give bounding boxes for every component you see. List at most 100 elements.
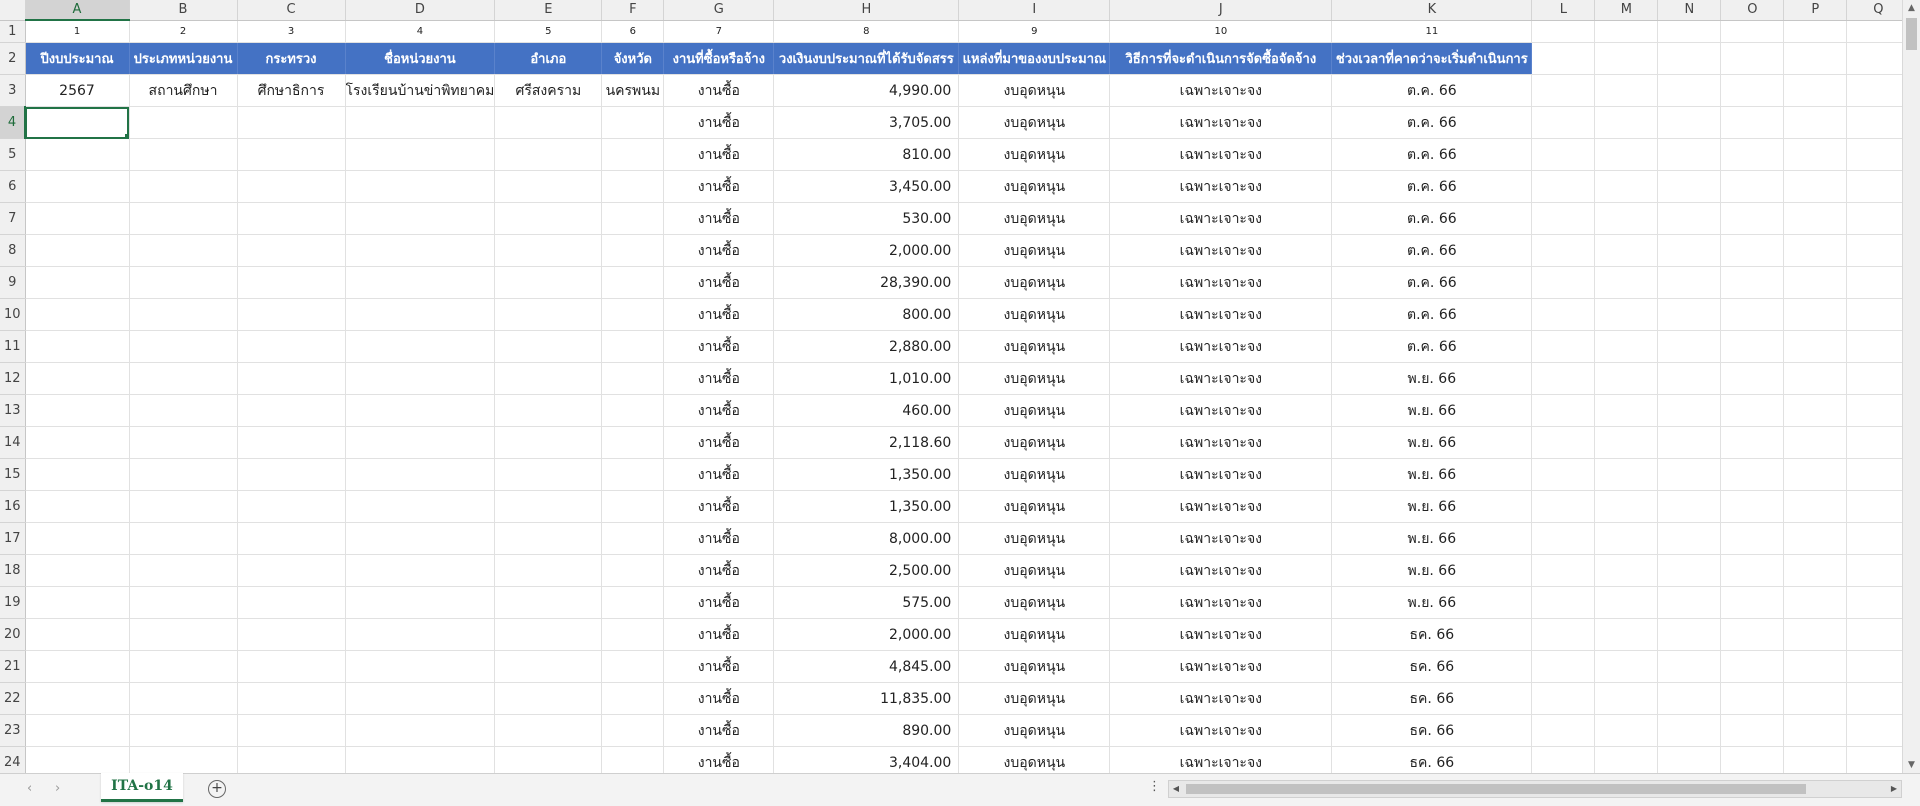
grid-cell[interactable] [1657,362,1722,395]
cell-source[interactable]: งบอุดหนุน [958,586,1111,619]
grid-cell[interactable] [25,330,130,363]
grid-cell[interactable] [601,490,665,523]
cell-work[interactable]: งานซื้อ [663,138,775,171]
grid-cell[interactable] [1657,266,1722,299]
header-cell[interactable]: จังหวัด [601,42,665,75]
grid-cell[interactable] [1783,554,1848,587]
index-cell[interactable]: 2 [129,20,238,43]
grid-cell[interactable] [25,458,130,491]
grid-cell[interactable] [1594,170,1659,203]
cell-period[interactable]: ธค. 66 [1331,618,1533,651]
grid-cell[interactable] [1594,298,1659,331]
cell-source[interactable]: งบอุดหนุน [958,298,1111,331]
grid-cell[interactable] [345,202,496,235]
index-cell[interactable]: 3 [237,20,346,43]
grid-cell[interactable] [1594,106,1659,139]
grid-cell[interactable] [25,266,130,299]
grid-cell[interactable] [1783,298,1848,331]
grid-cell[interactable] [601,330,665,363]
grid-cell[interactable] [1657,42,1722,75]
grid-cell[interactable] [1657,20,1722,43]
spreadsheet-grid[interactable]: ABCDEFGHIJKLMNOPQ 1 1 2 3 4 5 6 7 8 9 10 11 2 ปีงบประ… [0,0,1920,773]
grid-cell[interactable] [1657,106,1722,139]
grid-cell[interactable] [1594,650,1659,683]
grid-cell[interactable] [1846,554,1911,587]
grid-cell[interactable] [1846,426,1911,459]
grid-cell[interactable] [1720,298,1785,331]
grid-cell[interactable] [494,362,603,395]
row-header-9[interactable]: 9 [0,266,26,299]
cell-period[interactable]: ธค. 66 [1331,714,1533,747]
cell-period[interactable]: ต.ค. 66 [1331,330,1533,363]
cell-method[interactable]: เฉพาะเจาะจง [1109,714,1333,747]
scroll-left-icon[interactable]: ◀ [1169,781,1183,797]
cell-period[interactable]: ธค. 66 [1331,746,1533,773]
grid-cell[interactable] [1531,298,1596,331]
grid-cell[interactable] [1531,618,1596,651]
cell-year[interactable]: 2567 [25,74,130,107]
grid-cell[interactable] [494,266,603,299]
grid-cell[interactable] [1657,202,1722,235]
grid-cell[interactable] [1594,714,1659,747]
cell-source[interactable]: งบอุดหนุน [958,234,1111,267]
cell-method[interactable]: เฉพาะเจาะจง [1109,586,1333,619]
cell-method[interactable]: เฉพาะเจาะจง [1109,650,1333,683]
grid-cell[interactable] [25,170,130,203]
grid-cell[interactable] [345,458,496,491]
grid-cell[interactable] [1783,170,1848,203]
cell-method[interactable]: เฉพาะเจาะจง [1109,458,1333,491]
grid-cell[interactable] [1720,586,1785,619]
grid-cell[interactable] [1783,138,1848,171]
column-header-d[interactable]: D [345,0,496,21]
cell-work[interactable]: งานซื้อ [663,234,775,267]
grid-cell[interactable] [1531,490,1596,523]
row-header-6[interactable]: 6 [0,170,26,203]
grid-cell[interactable] [601,426,665,459]
grid-cell[interactable] [1594,682,1659,715]
grid-cell[interactable] [1657,330,1722,363]
grid-cell[interactable] [1531,682,1596,715]
cell-period[interactable]: ต.ค. 66 [1331,266,1533,299]
grid-cell[interactable] [1657,426,1722,459]
cell-method[interactable]: เฉพาะเจาะจง [1109,138,1333,171]
cell-period[interactable]: ต.ค. 66 [1331,298,1533,331]
cell-source[interactable]: งบอุดหนุน [958,202,1111,235]
cell-work[interactable]: งานซื้อ [663,426,775,459]
grid-cell[interactable] [1846,42,1911,75]
grid-cell[interactable] [1783,618,1848,651]
grid-cell[interactable] [25,426,130,459]
grid-cell[interactable] [601,362,665,395]
grid-cell[interactable] [129,426,238,459]
grid-cell[interactable] [1846,362,1911,395]
grid-cell[interactable] [237,650,346,683]
grid-cell[interactable] [1657,522,1722,555]
grid-cell[interactable] [1594,202,1659,235]
grid-cell[interactable] [1783,650,1848,683]
grid-cell[interactable] [1657,650,1722,683]
cell-amount[interactable]: 4,845.00 [773,650,960,683]
index-cell[interactable]: 1 [25,20,130,43]
row-header-4[interactable]: 4 [0,106,26,139]
grid-cell[interactable] [237,682,346,715]
grid-cell[interactable] [345,330,496,363]
grid-cell[interactable] [494,138,603,171]
grid-cell[interactable] [494,202,603,235]
cell-period[interactable]: พ.ย. 66 [1331,522,1533,555]
grid-cell[interactable] [1846,106,1911,139]
grid-cell[interactable] [1594,42,1659,75]
row-header-16[interactable]: 16 [0,490,26,523]
grid-cell[interactable] [601,586,665,619]
grid-cell[interactable] [237,522,346,555]
grid-cell[interactable] [25,586,130,619]
grid-cell[interactable] [1531,234,1596,267]
grid-cell[interactable] [1657,618,1722,651]
grid-cell[interactable] [1531,458,1596,491]
header-cell[interactable]: วิธีการที่จะดำเนินการจัดซื้อจัดจ้าง [1109,42,1333,75]
cell-source[interactable]: งบอุดหนุน [958,554,1111,587]
grid-cell[interactable] [601,554,665,587]
row-header-20[interactable]: 20 [0,618,26,651]
row-header-18[interactable]: 18 [0,554,26,587]
vertical-scroll-thumb[interactable] [1906,18,1917,50]
cell-period[interactable]: พ.ย. 66 [1331,394,1533,427]
grid-cell[interactable] [1846,170,1911,203]
